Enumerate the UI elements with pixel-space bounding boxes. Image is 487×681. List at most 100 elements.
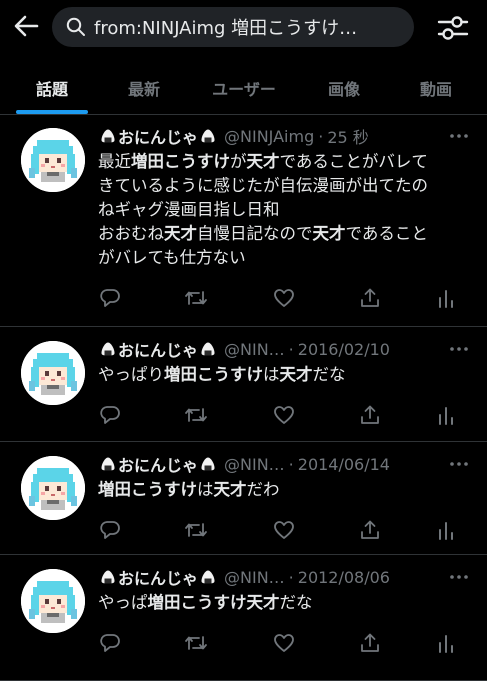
display-name-group[interactable]: おにんじゃ <box>98 452 218 476</box>
tab-people[interactable]: ユーザー <box>196 62 292 114</box>
tweet-text: ねギャグ漫画目指し日和 <box>98 200 280 219</box>
tweet-text: がバレても仕方ない <box>98 248 246 267</box>
highlighted-term: 天才 <box>213 480 247 499</box>
timestamp[interactable]: 2012/08/06 <box>298 568 390 587</box>
display-name-group[interactable]: おにんじゃ <box>98 565 218 589</box>
onigiri-icon <box>201 570 215 584</box>
onigiri-icon <box>101 457 115 471</box>
highlighted-term: 増田こうすけ <box>131 152 230 171</box>
back-arrow-icon <box>14 15 39 37</box>
tab-photos[interactable]: 画像 <box>310 62 378 114</box>
tweet-text-line: やっぱ増田こうすけ天才だな <box>98 591 470 615</box>
onigiri-icon <box>201 342 215 356</box>
share-button[interactable] <box>358 518 382 542</box>
heart-icon <box>273 404 295 426</box>
tweet-header: おにんじゃ @NIN… · 2012/08/06 <box>98 565 471 589</box>
views-button[interactable] <box>434 518 458 542</box>
tweet-text: であること <box>345 224 428 243</box>
display-name[interactable]: おにんじゃ <box>118 452 198 476</box>
avatar[interactable] <box>21 341 85 405</box>
more-options-button[interactable] <box>447 126 471 146</box>
tweet-text: 自慢日記なので <box>197 224 313 243</box>
retweet-button[interactable] <box>184 518 208 542</box>
reply-icon <box>99 519 121 541</box>
views-button[interactable] <box>434 631 458 655</box>
search-settings-button[interactable] <box>436 12 470 44</box>
tweet-text: だわ <box>246 480 280 499</box>
timestamp[interactable]: 25 秒 <box>327 124 368 148</box>
like-button[interactable] <box>272 631 296 655</box>
highlighted-term: 増田こうすけ <box>147 593 247 612</box>
views-icon <box>436 519 456 541</box>
tweet-actions <box>98 518 458 546</box>
retweet-icon <box>184 404 208 426</box>
retweet-button[interactable] <box>184 631 208 655</box>
display-name-group[interactable]: おにんじゃ <box>98 124 218 148</box>
tweet-text: は <box>197 480 214 499</box>
onigiri-icon <box>101 570 115 584</box>
display-name[interactable]: おにんじゃ <box>118 124 198 148</box>
reply-button[interactable] <box>98 286 122 310</box>
user-handle[interactable]: @NIN… <box>224 568 285 587</box>
reply-button[interactable] <box>98 631 122 655</box>
avatar[interactable] <box>21 456 85 520</box>
like-button[interactable] <box>272 403 296 427</box>
display-name[interactable]: おにんじゃ <box>118 565 198 589</box>
display-name-group[interactable]: おにんじゃ <box>98 337 218 361</box>
reply-button[interactable] <box>98 403 122 427</box>
user-handle[interactable]: @NINJAimg <box>224 127 314 146</box>
tweet[interactable]: おにんじゃ @NIN… · 2014/06/14 増田こうすけは天才だわ <box>0 442 487 555</box>
user-handle[interactable]: @NIN… <box>224 340 285 359</box>
more-icon <box>449 461 469 467</box>
reply-button[interactable] <box>98 518 122 542</box>
search-tabs: 話題 最新 ユーザー 画像 動画 <box>0 62 487 115</box>
back-button[interactable] <box>10 10 42 42</box>
search-query[interactable]: from:NINJAimg 増田こうすけ… <box>94 14 357 40</box>
more-options-button[interactable] <box>447 454 471 474</box>
search-icon <box>66 16 88 38</box>
views-button[interactable] <box>434 286 458 310</box>
tab-top[interactable]: 話題 <box>16 62 88 114</box>
more-options-button[interactable] <box>447 339 471 359</box>
tweet-actions <box>98 631 458 659</box>
display-name[interactable]: おにんじゃ <box>118 337 198 361</box>
like-button[interactable] <box>272 286 296 310</box>
avatar[interactable] <box>21 569 85 633</box>
more-options-button[interactable] <box>447 567 471 587</box>
share-button[interactable] <box>358 403 382 427</box>
timestamp[interactable]: 2016/02/10 <box>298 340 390 359</box>
tweet-body: やっぱ増田こうすけ天才だな <box>98 591 470 615</box>
retweet-button[interactable] <box>184 403 208 427</box>
tweet[interactable]: おにんじゃ @NIN… · 2016/02/10 やっぱり増田こうすけは天才だな <box>0 327 487 442</box>
share-button[interactable] <box>358 631 382 655</box>
views-button[interactable] <box>434 403 458 427</box>
avatar[interactable] <box>21 128 85 192</box>
retweet-icon <box>184 519 208 541</box>
search-bar[interactable]: from:NINJAimg 増田こうすけ… <box>52 7 414 47</box>
tab-videos[interactable]: 動画 <box>402 62 470 114</box>
like-button[interactable] <box>272 518 296 542</box>
share-icon <box>359 632 381 654</box>
tab-latest[interactable]: 最新 <box>110 62 178 114</box>
share-button[interactable] <box>358 286 382 310</box>
retweet-button[interactable] <box>184 286 208 310</box>
tweet-text-line: 増田こうすけは天才だわ <box>98 478 470 502</box>
tweet-text-line: おおむね天才自慢日記なので天才であること <box>98 222 470 246</box>
onigiri-icon <box>201 129 215 143</box>
separator-dot: · <box>318 126 324 146</box>
highlighted-term: 天才 <box>164 224 197 243</box>
user-handle[interactable]: @NIN… <box>224 455 285 474</box>
onigiri-icon <box>201 457 215 471</box>
tweet[interactable]: おにんじゃ @NINJAimg · 25 秒 最近増田こうすけが天才であることが… <box>0 114 487 327</box>
highlighted-term: 天才 <box>246 593 280 612</box>
timestamp[interactable]: 2014/06/14 <box>298 455 390 474</box>
tweet-body: やっぱり増田こうすけは天才だな <box>98 363 470 387</box>
tweet-header: おにんじゃ @NIN… · 2016/02/10 <box>98 337 471 361</box>
more-icon <box>449 133 469 139</box>
heart-icon <box>273 632 295 654</box>
tweet[interactable]: おにんじゃ @NIN… · 2012/08/06 やっぱ増田こうすけ天才だな <box>0 555 487 681</box>
share-icon <box>359 519 381 541</box>
reply-icon <box>99 287 121 309</box>
tweet-text: であることがバレて <box>279 152 428 171</box>
retweet-icon <box>184 287 208 309</box>
